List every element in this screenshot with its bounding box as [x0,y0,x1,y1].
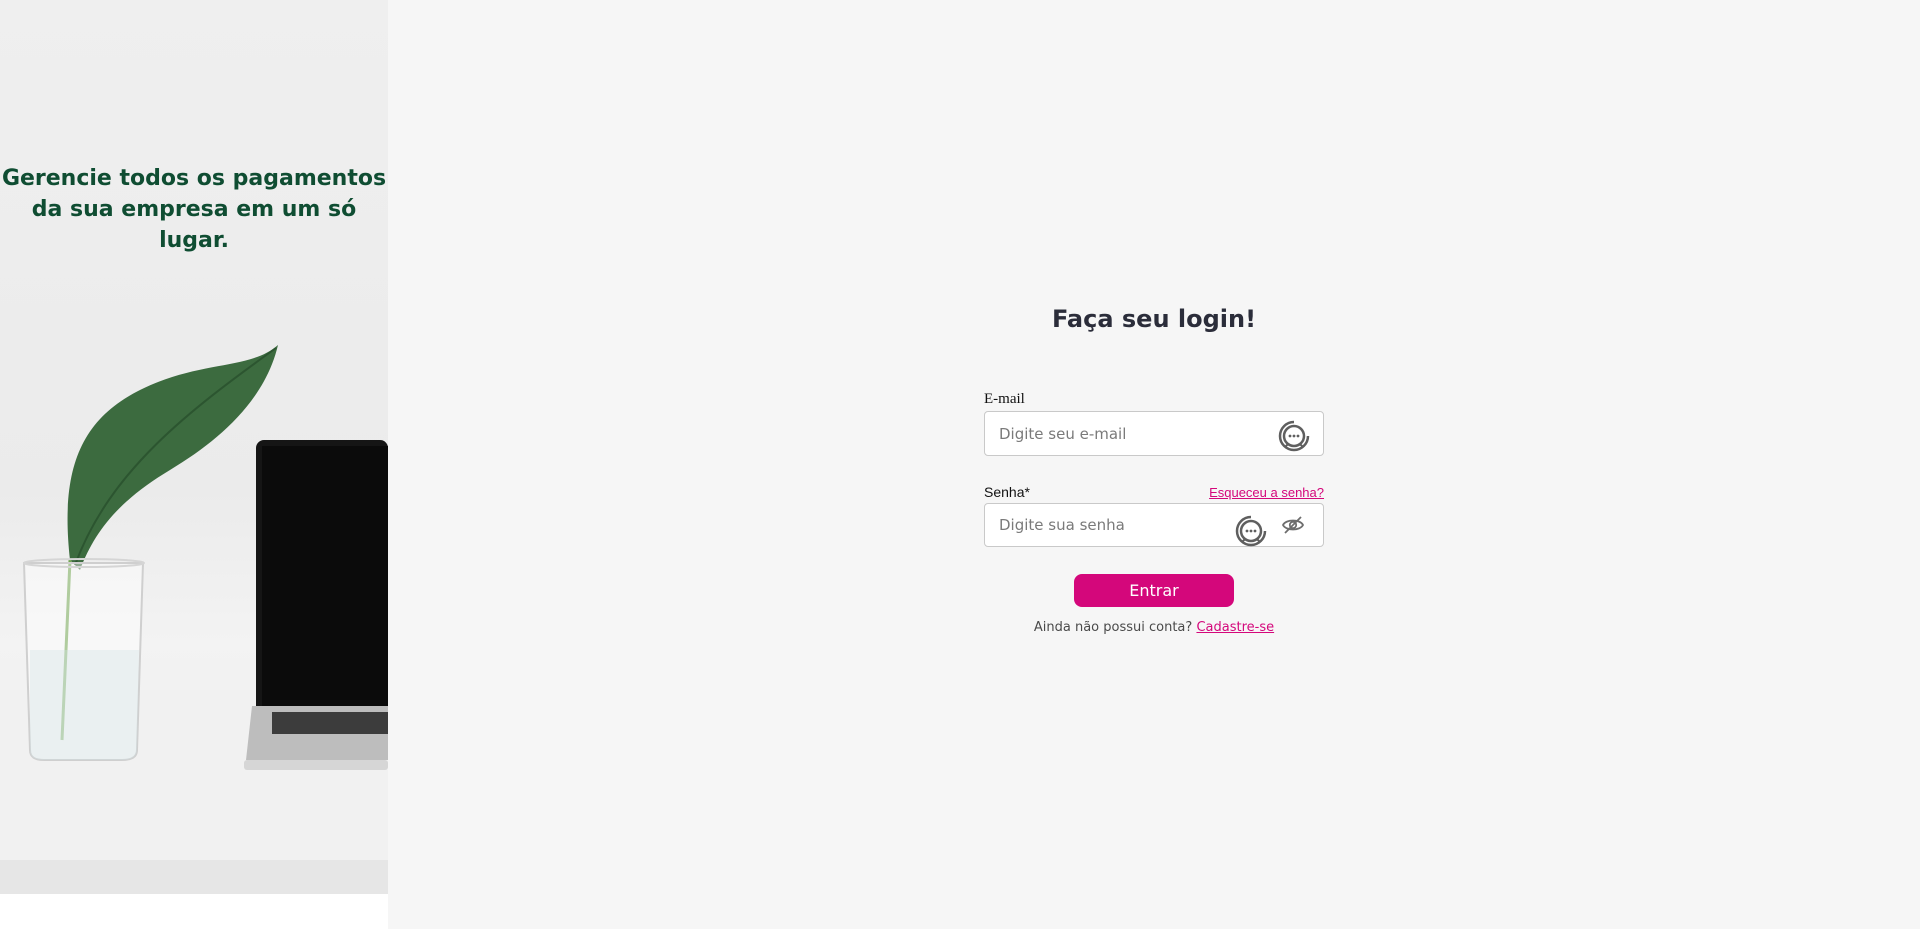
password-field-container [984,503,1324,547]
email-field-container [984,411,1324,456]
page-title: Faça seu login! [1051,305,1257,333]
signup-row: Ainda não possui conta? Cadastre-se [984,620,1324,635]
hero-headline: Gerencie todos os pagamentos da sua empr… [1,166,387,253]
email-label-row: E-mail [984,390,1324,408]
forgot-password-link[interactable]: Esqueceu a senha? [1209,485,1324,500]
password-field[interactable] [985,504,1323,546]
signup-prompt: Ainda não possui conta? [1033,620,1193,635]
email-group: E-mail [984,390,1324,456]
hero-bottom-strip [0,894,388,929]
chat-bubble-icon[interactable] [1234,514,1268,548]
hero-illustration [0,345,388,894]
login-button[interactable]: Entrar [1074,574,1234,607]
login-page: Gerencie todos os pagamentos da sua empr… [0,0,1920,929]
password-label: Senha* [984,484,1030,500]
password-label-row: Senha* Esqueceu a senha? [984,482,1324,500]
signup-link[interactable]: Cadastre-se [1196,620,1274,635]
email-label: E-mail [984,391,1025,407]
login-form: Faça seu login! E-mail Digite seu e-mail… [984,300,1324,635]
chat-bubble-icon[interactable] [1277,419,1311,453]
hero-panel: Gerencie todos os pagamentos da sua empr… [0,0,388,894]
login-area: Faça seu login! E-mail Digite seu e-mail… [388,0,1920,929]
password-group: Senha* Esqueceu a senha? [984,482,1324,547]
eye-off-icon[interactable] [1281,513,1305,537]
email-field[interactable] [985,412,1323,455]
